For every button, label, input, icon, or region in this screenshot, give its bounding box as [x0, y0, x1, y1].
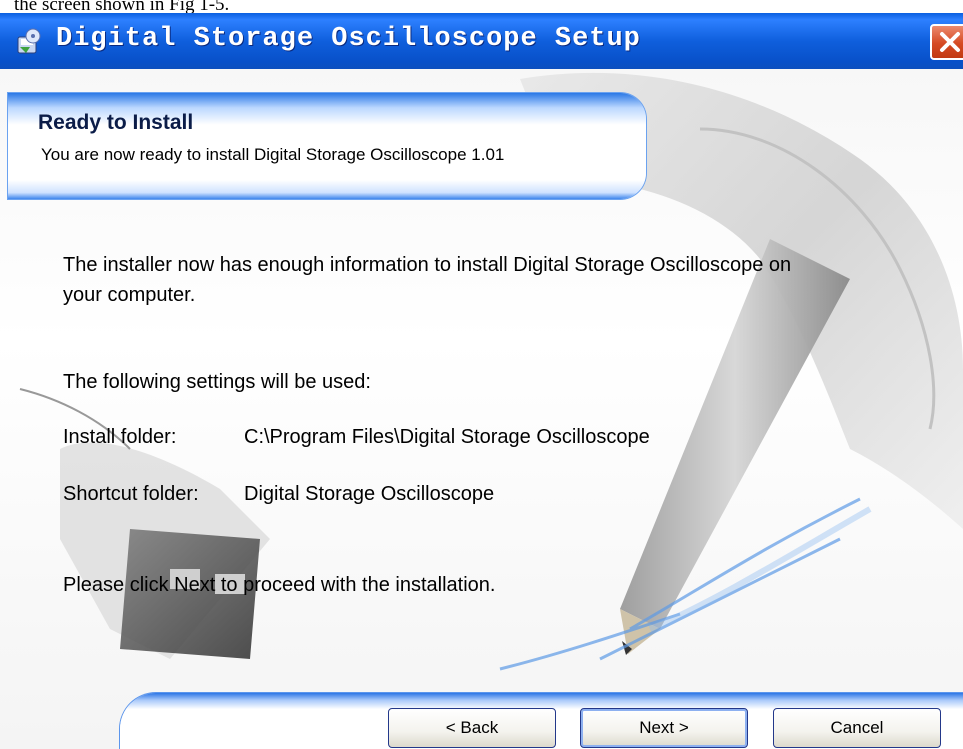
page-subtitle: You are now ready to install Digital Sto… [41, 145, 505, 164]
close-button[interactable] [930, 24, 963, 60]
window-title: Digital Storage Oscilloscope Setup [56, 24, 641, 54]
page-title: Ready to Install [38, 111, 194, 134]
title-bar[interactable]: Digital Storage Oscilloscope Setup [0, 13, 963, 69]
intro-line-2: your computer. [63, 284, 196, 306]
wizard-body: Ready to Install You are now ready to in… [0, 69, 963, 749]
setup-disk-icon [16, 27, 42, 55]
proceed-instruction: Please click Next to proceed with the in… [63, 574, 496, 596]
shortcut-folder-value: Digital Storage Oscilloscope [244, 483, 495, 505]
install-folder-label: Install folder: [63, 426, 177, 448]
cancel-button[interactable]: Cancel [773, 708, 941, 748]
setup-window: Digital Storage Oscilloscope Setup Ready… [0, 13, 963, 749]
intro-line-1: The installer now has enough information… [63, 254, 792, 276]
back-button[interactable]: < Back [388, 708, 556, 748]
intro-text: The installer now has enough information… [63, 250, 791, 310]
install-folder-value: C:\Program Files\Digital Storage Oscillo… [244, 426, 650, 448]
close-icon [940, 32, 960, 52]
settings-heading: The following settings will be used: [63, 371, 371, 393]
next-button[interactable]: Next > [580, 708, 748, 748]
screenshot: the screen shown in Fig 1-5. Digital Sto… [0, 0, 963, 749]
shortcut-folder-label: Shortcut folder: [63, 483, 199, 505]
